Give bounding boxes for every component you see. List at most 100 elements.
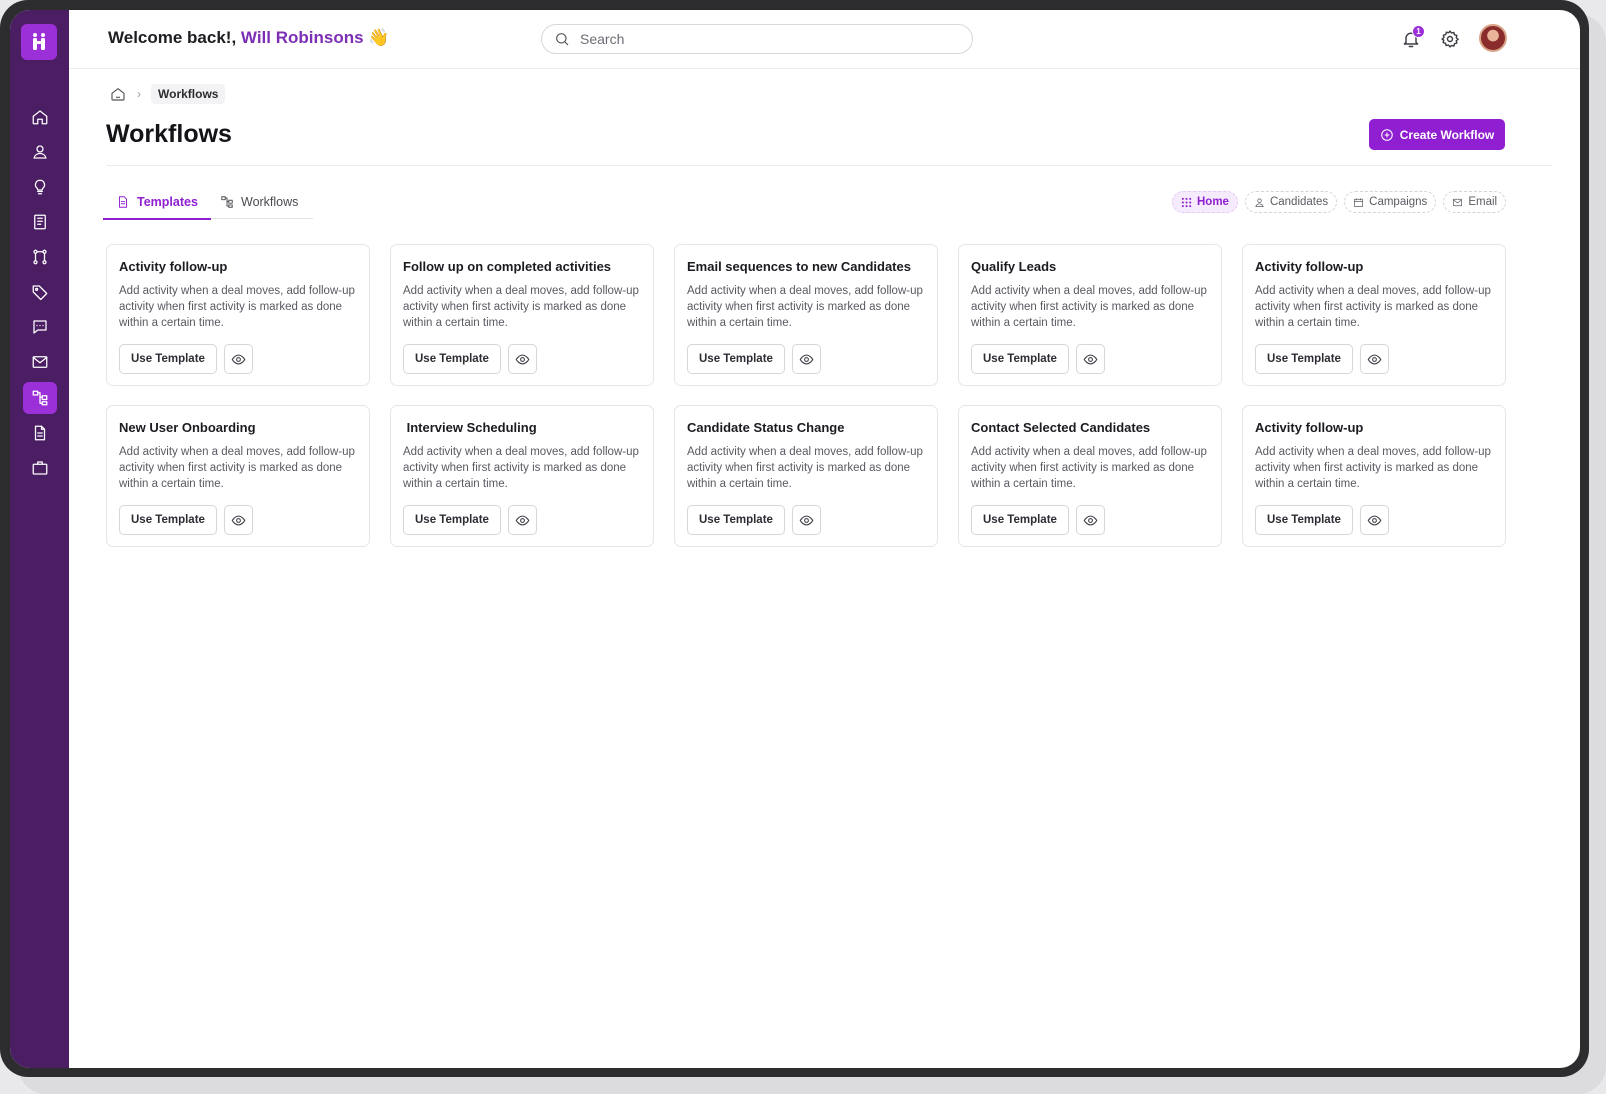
mail-icon [1453, 198, 1463, 206]
use-template-button[interactable]: Use Template [971, 344, 1069, 374]
template-card: Activity follow-up Add activity when a d… [106, 244, 370, 386]
card-title: Activity follow-up [1255, 259, 1364, 274]
use-template-button[interactable]: Use Template [1255, 505, 1353, 535]
preview-button[interactable] [223, 344, 253, 374]
sidebar-item-candidates[interactable] [23, 136, 57, 168]
card-title: Activity follow-up [119, 259, 228, 274]
filter-home[interactable]: Home [1172, 191, 1238, 213]
notifications-button[interactable]: 1 [1399, 25, 1425, 51]
use-template-button[interactable]: Use Template [403, 344, 501, 374]
grid-icon [1181, 197, 1192, 207]
breadcrumb-current[interactable]: Workflows [151, 84, 226, 104]
preview-button[interactable] [1075, 505, 1105, 535]
sidebar-item-workflows[interactable] [23, 382, 57, 414]
eye-icon [231, 354, 246, 364]
filter-candidates[interactable]: Candidates [1244, 191, 1338, 213]
sidebar-item-email[interactable] [23, 346, 57, 378]
preview-button[interactable] [507, 505, 537, 535]
breadcrumb-home[interactable] [107, 83, 129, 105]
create-workflow-label: Create Workflow [1399, 127, 1495, 142]
card-description: Add activity when a deal moves, add foll… [403, 285, 639, 329]
workflow-icon [221, 196, 233, 208]
sidebar-item-tags[interactable] [23, 276, 57, 308]
preview-button[interactable] [791, 344, 821, 374]
eye-icon [1083, 515, 1098, 525]
sidebar-item-ideas[interactable] [23, 171, 57, 203]
document-icon [34, 425, 46, 441]
app-window: Welcome back!, Will Robinsons 👋 1 › Work… [10, 10, 1580, 1068]
chevron-right-icon: › [137, 87, 141, 101]
sidebar-item-home[interactable] [23, 101, 57, 133]
user-icon [1255, 197, 1264, 207]
preview-button[interactable] [1075, 344, 1105, 374]
template-card: Follow up on completed activities Add ac… [390, 244, 654, 386]
plus-circle-icon [1380, 128, 1393, 141]
page-title: Workflows [106, 120, 232, 148]
eye-icon [515, 515, 530, 525]
card-description: Add activity when a deal moves, add foll… [687, 285, 923, 329]
filter-email[interactable]: Email [1443, 191, 1507, 213]
settings-button[interactable] [1438, 27, 1462, 51]
tag-icon [32, 285, 48, 301]
home-icon [111, 88, 125, 101]
workflow-icon [32, 390, 48, 406]
message-icon [33, 320, 47, 334]
card-description: Add activity when a deal moves, add foll… [403, 446, 639, 490]
greeting-text: Welcome back!, [108, 28, 237, 47]
card-actions: Use Template [1255, 505, 1389, 535]
eye-icon [1367, 515, 1382, 525]
preview-button[interactable] [791, 505, 821, 535]
sidebar-item-jobs[interactable] [23, 452, 57, 484]
card-title: Follow up on completed activities [403, 259, 612, 274]
preview-button[interactable] [1359, 505, 1389, 535]
card-title: Interview Scheduling [403, 420, 537, 435]
filter-campaigns[interactable]: Campaigns [1344, 191, 1437, 213]
briefcase-icon [32, 461, 48, 475]
search-input[interactable] [578, 30, 962, 48]
tab-workflows[interactable]: Workflows [220, 186, 298, 218]
preview-button[interactable] [223, 505, 253, 535]
tab-templates[interactable]: Templates [103, 186, 211, 220]
card-title: Activity follow-up [1255, 420, 1364, 435]
eye-icon [1367, 354, 1382, 364]
user-avatar[interactable] [1479, 24, 1507, 52]
use-template-button[interactable]: Use Template [403, 505, 501, 535]
card-actions: Use Template [119, 344, 253, 374]
template-card: New User Onboarding Add activity when a … [106, 405, 370, 547]
card-description: Add activity when a deal moves, add foll… [971, 446, 1207, 490]
use-template-button[interactable]: Use Template [687, 505, 785, 535]
app-logo[interactable] [21, 24, 57, 60]
template-card: Email sequences to new Candidates Add ac… [674, 244, 938, 386]
preview-button[interactable] [507, 344, 537, 374]
sidebar-item-messages[interactable] [23, 311, 57, 343]
card-actions: Use Template [403, 344, 537, 374]
sidebar-item-pipeline[interactable] [23, 241, 57, 273]
divider [106, 165, 1552, 166]
search-icon [556, 33, 569, 46]
sidebar-item-documents[interactable] [23, 417, 57, 449]
document-icon [119, 196, 127, 208]
use-template-button[interactable]: Use Template [119, 344, 217, 374]
use-template-button[interactable]: Use Template [119, 505, 217, 535]
use-template-button[interactable]: Use Template [687, 344, 785, 374]
user-name: Will Robinsons [240, 28, 364, 47]
pipeline-icon [33, 249, 47, 265]
use-template-button[interactable]: Use Template [1255, 344, 1353, 374]
card-description: Add activity when a deal moves, add foll… [971, 285, 1207, 329]
use-template-button[interactable]: Use Template [971, 505, 1069, 535]
card-title: Email sequences to new Candidates [687, 259, 911, 274]
template-card: Activity follow-up Add activity when a d… [1242, 405, 1506, 547]
search-bar[interactable] [541, 24, 973, 54]
welcome-message: Welcome back!, Will Robinsons 👋 [108, 28, 389, 48]
template-card: Contact Selected Candidates Add activity… [958, 405, 1222, 547]
card-title: Candidate Status Change [687, 420, 845, 435]
sidebar-item-reports[interactable] [23, 206, 57, 238]
wave-emoji: 👋 [368, 28, 390, 47]
filter-label: Email [1468, 196, 1498, 208]
preview-button[interactable] [1359, 344, 1389, 374]
sidebar [10, 10, 69, 1068]
tab-bar: Templates Workflows [103, 186, 313, 220]
card-description: Add activity when a deal moves, add foll… [119, 285, 355, 329]
book-icon [34, 214, 46, 230]
create-workflow-button[interactable]: Create Workflow [1369, 119, 1505, 150]
